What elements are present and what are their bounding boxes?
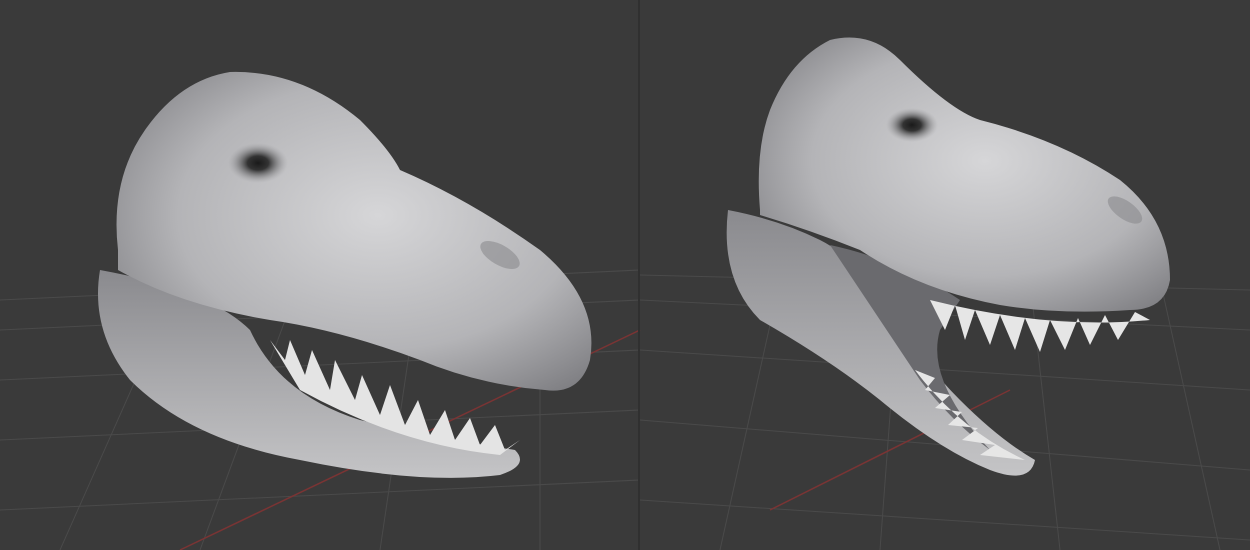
viewport-composite xyxy=(0,0,1250,550)
eye-socket xyxy=(886,108,938,142)
trex-head-right xyxy=(726,37,1170,476)
eye-socket xyxy=(228,143,288,183)
trex-head-left xyxy=(98,71,592,478)
render-canvas xyxy=(0,0,1250,550)
